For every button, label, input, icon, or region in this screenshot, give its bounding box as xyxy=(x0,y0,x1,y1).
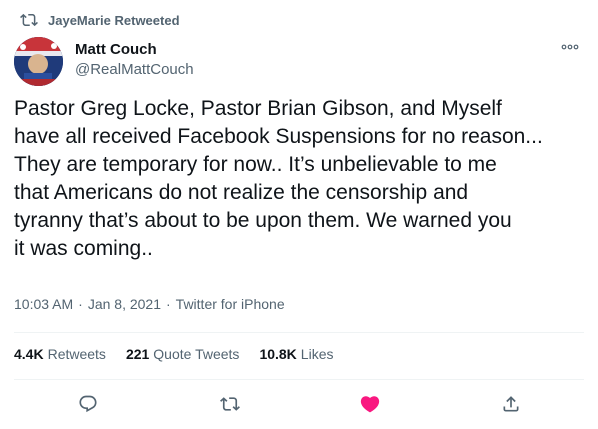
tweet-card: JayeMarie Retweeted Matt Couch @RealMatt… xyxy=(0,0,598,429)
retweets-count: 4.4K xyxy=(14,346,44,362)
divider xyxy=(14,379,584,380)
retweet-icon xyxy=(220,397,240,411)
heart-shape xyxy=(360,396,380,413)
reply-icon xyxy=(79,395,97,413)
author-display-name[interactable]: Matt Couch xyxy=(75,40,194,60)
divider xyxy=(14,332,584,333)
tweet-date[interactable]: Jan 8, 2021 xyxy=(88,296,161,312)
avatar[interactable] xyxy=(14,37,63,86)
heart-icon xyxy=(360,396,380,413)
retweet-button[interactable] xyxy=(218,392,242,416)
share-button[interactable] xyxy=(499,392,523,416)
author-block: Matt Couch @RealMattCouch xyxy=(14,37,194,86)
likes-count: 10.8K xyxy=(259,346,297,362)
tweet-source[interactable]: Twitter for iPhone xyxy=(176,296,285,312)
likes-stat[interactable]: 10.8K Likes xyxy=(259,346,333,362)
quotes-label: Quote Tweets xyxy=(153,346,240,362)
retweet-banner[interactable]: JayeMarie Retweeted xyxy=(20,10,180,30)
action-bar xyxy=(0,392,598,420)
like-button[interactable] xyxy=(358,392,382,416)
likes-label: Likes xyxy=(300,346,334,362)
quotes-stat[interactable]: 221 Quote Tweets xyxy=(126,346,240,362)
author-handle[interactable]: @RealMattCouch xyxy=(75,60,194,80)
tweet-meta: 10:03 AM · Jan 8, 2021 · Twitter for iPh… xyxy=(14,296,285,312)
tweet-text: Pastor Greg Locke, Pastor Brian Gibson, … xyxy=(14,97,543,260)
meta-separator: · xyxy=(78,296,83,312)
retweet-banner-text: JayeMarie Retweeted xyxy=(48,12,180,28)
retweet-icon xyxy=(20,13,38,27)
share-icon xyxy=(503,396,519,412)
avatar-image xyxy=(14,37,63,86)
tweet-time[interactable]: 10:03 AM xyxy=(14,296,73,312)
meta-separator: · xyxy=(166,296,171,312)
more-options-icon[interactable] xyxy=(560,40,580,54)
quotes-count: 221 xyxy=(125,346,150,362)
reply-button[interactable] xyxy=(76,392,100,416)
retweets-stat[interactable]: 4.4K Retweets xyxy=(14,346,106,362)
author-names: Matt Couch @RealMattCouch xyxy=(75,37,194,80)
tweet-stats: 4.4K Retweets 221 Quote Tweets 10.8K Lik… xyxy=(14,346,353,362)
retweets-label: Retweets xyxy=(47,346,106,362)
